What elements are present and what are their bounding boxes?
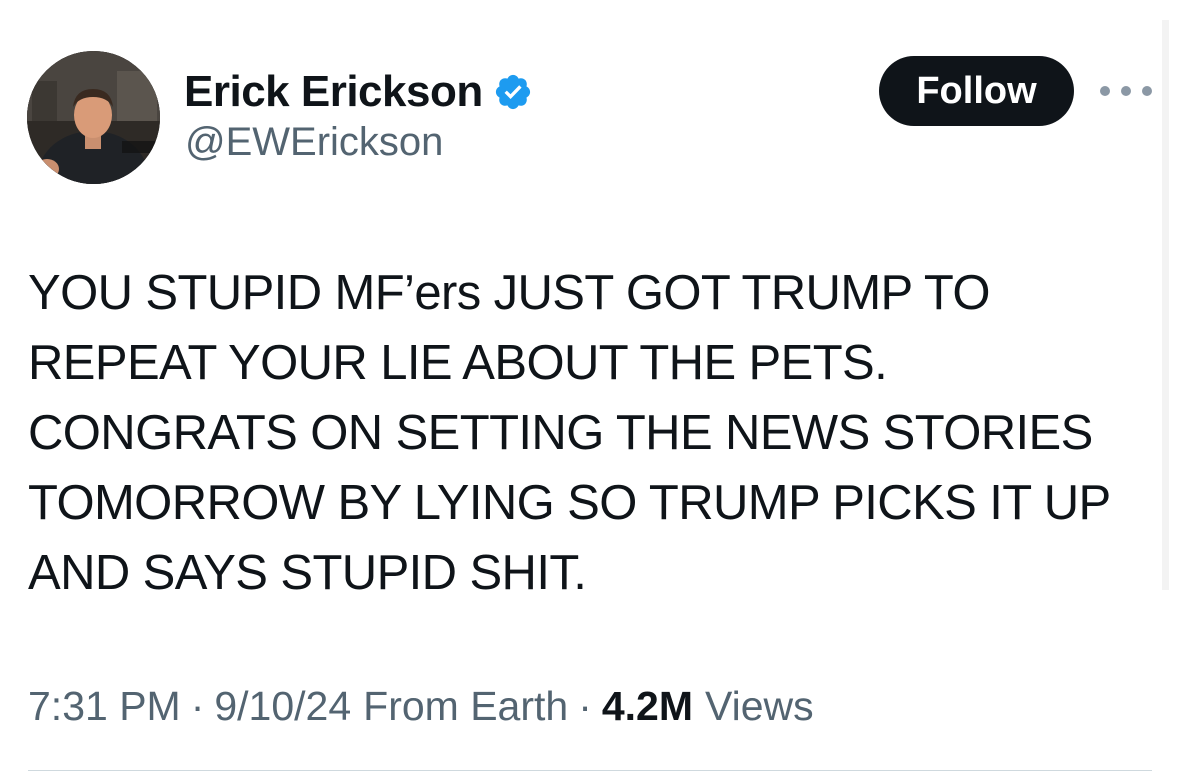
tweet-card: Erick Erickson @EWErickson Follow YOU ST… <box>0 0 1179 775</box>
scrollbar[interactable] <box>1162 20 1169 590</box>
tweet-date[interactable]: 9/10/24 <box>214 683 351 730</box>
verified-badge-icon[interactable] <box>493 72 533 112</box>
author-avatar[interactable] <box>27 51 160 184</box>
more-dot <box>1121 86 1131 96</box>
meta-separator: · <box>578 683 592 729</box>
more-dot <box>1100 86 1110 96</box>
views-count[interactable]: 4.2M <box>602 683 693 730</box>
author-display-name[interactable]: Erick Erickson <box>184 67 483 117</box>
views-label: Views <box>705 683 814 729</box>
more-horizontal-icon[interactable] <box>1100 77 1152 105</box>
meta-separator: · <box>190 683 205 729</box>
more-dot <box>1142 86 1152 96</box>
tweet-text-line: CONGRATS ON SETTING THE NEWS STORIES <box>28 406 1093 460</box>
tweet-location: From Earth <box>363 683 569 729</box>
follow-button[interactable]: Follow <box>879 56 1074 126</box>
tweet-text-line: TOMORROW BY LYING SO TRUMP PICKS IT UP <box>28 476 1111 530</box>
tweet-text-line: YOU STUPID MF’ers JUST GOT TRUMP TO <box>28 266 990 320</box>
tweet-time[interactable]: 7:31 PM <box>28 683 181 730</box>
tweet-text-line: AND SAYS STUPID SHIT. <box>28 546 587 600</box>
tweet-text-line: REPEAT YOUR LIE ABOUT THE PETS. <box>28 336 888 390</box>
author-name-row: Erick Erickson <box>184 66 533 118</box>
tweet-metadata: 7:31 PM · 9/10/24 From Earth · 4.2M View… <box>28 683 814 730</box>
divider <box>28 770 1152 771</box>
avatar-photo <box>27 51 160 184</box>
author-handle[interactable]: @EWErickson <box>185 120 443 165</box>
tweet-text: YOU STUPID MF’ers JUST GOT TRUMP TO REPE… <box>28 258 1148 608</box>
